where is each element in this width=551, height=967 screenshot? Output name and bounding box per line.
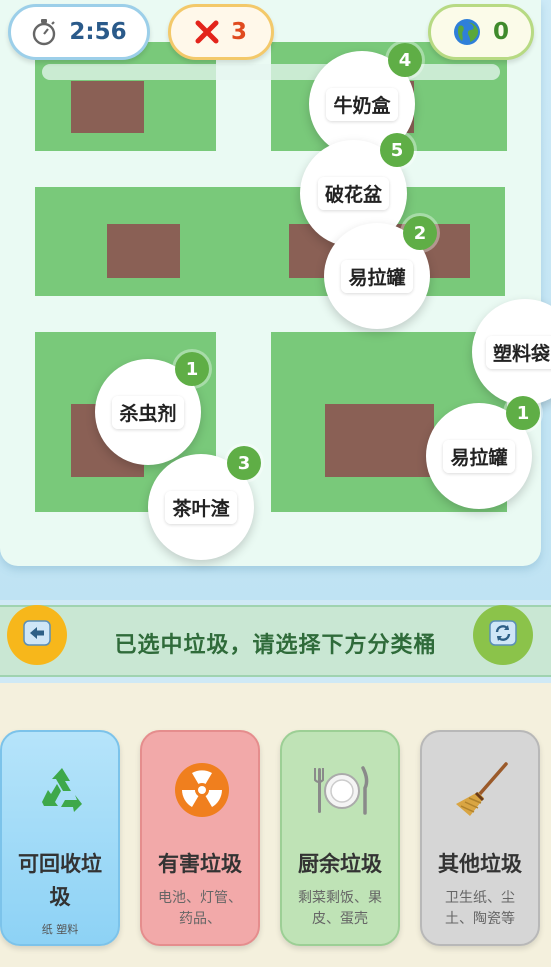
trash-item-label: 牛奶盒 — [326, 87, 398, 121]
timer-value: 2:56 — [69, 19, 127, 45]
item-count-badge: 1 — [175, 352, 209, 386]
bin-recyclable[interactable]: 可回收垃圾 纸 塑料 — [0, 730, 120, 946]
trash-item-label: 杀虫剂 — [112, 395, 184, 429]
refresh-button[interactable] — [473, 605, 533, 665]
bin-name: 有害垃圾 — [158, 852, 242, 876]
mistakes-count: 3 — [230, 19, 247, 45]
stopwatch-icon — [31, 18, 57, 46]
trash-item-label: 易拉罐 — [443, 439, 515, 473]
status-bar: 已选中垃圾，请选择下方分类桶 — [0, 605, 551, 677]
bin-name: 厨余垃圾 — [298, 852, 382, 876]
broom-icon — [422, 760, 542, 820]
item-count-badge: 5 — [380, 133, 414, 167]
item-count-badge: 4 — [388, 43, 422, 77]
score-value: 0 — [492, 19, 509, 45]
back-button[interactable] — [7, 605, 67, 665]
bin-description: 剩菜剩饭、果皮、蛋壳 — [298, 890, 382, 927]
red-x-icon — [195, 20, 219, 44]
status-message: 已选中垃圾，请选择下方分类桶 — [114, 633, 437, 658]
radioactive-icon — [142, 760, 262, 820]
road-strip — [42, 64, 500, 80]
item-count-badge: 3 — [227, 446, 261, 480]
recycle-icon — [2, 760, 122, 820]
plate-cutlery-icon — [282, 760, 402, 820]
timer-pill: 2:56 — [8, 4, 150, 60]
bin-description: 电池、灯管、药品、 — [158, 890, 242, 927]
trash-item-label: 破花盆 — [317, 177, 389, 210]
item-count-badge: 1 — [506, 396, 540, 430]
globe-icon — [453, 18, 481, 46]
building-roof — [71, 81, 144, 133]
score-pill: 0 — [428, 4, 534, 60]
building-roof — [325, 404, 434, 477]
building-roof — [107, 224, 180, 278]
bin-kitchen[interactable]: 厨余垃圾 剩菜剩饭、果皮、蛋壳 — [280, 730, 400, 946]
bin-other[interactable]: 其他垃圾 卫生纸、尘土、陶瓷等 — [420, 730, 540, 946]
trash-item-label: 茶叶渣 — [165, 490, 237, 524]
refresh-icon — [489, 620, 517, 650]
bin-name: 可回收垃圾 — [18, 852, 102, 909]
bins-panel: 可回收垃圾 纸 塑料 有害垃圾 电池、灯管、药品、 厨余垃圾 剩菜剩饭、果皮、蛋… — [0, 683, 551, 967]
bin-description: 纸 塑料 — [41, 923, 79, 936]
bin-hazardous[interactable]: 有害垃圾 电池、灯管、药品、 — [140, 730, 260, 946]
trash-item-label: 易拉罐 — [341, 259, 413, 293]
mistakes-pill: 3 — [168, 4, 274, 60]
arrow-left-icon — [23, 620, 51, 650]
bin-description: 卫生纸、尘土、陶瓷等 — [445, 890, 515, 927]
item-count-badge: 2 — [403, 216, 437, 250]
trash-item-label: 塑料袋 — [486, 335, 551, 369]
bin-name: 其他垃圾 — [438, 852, 522, 876]
